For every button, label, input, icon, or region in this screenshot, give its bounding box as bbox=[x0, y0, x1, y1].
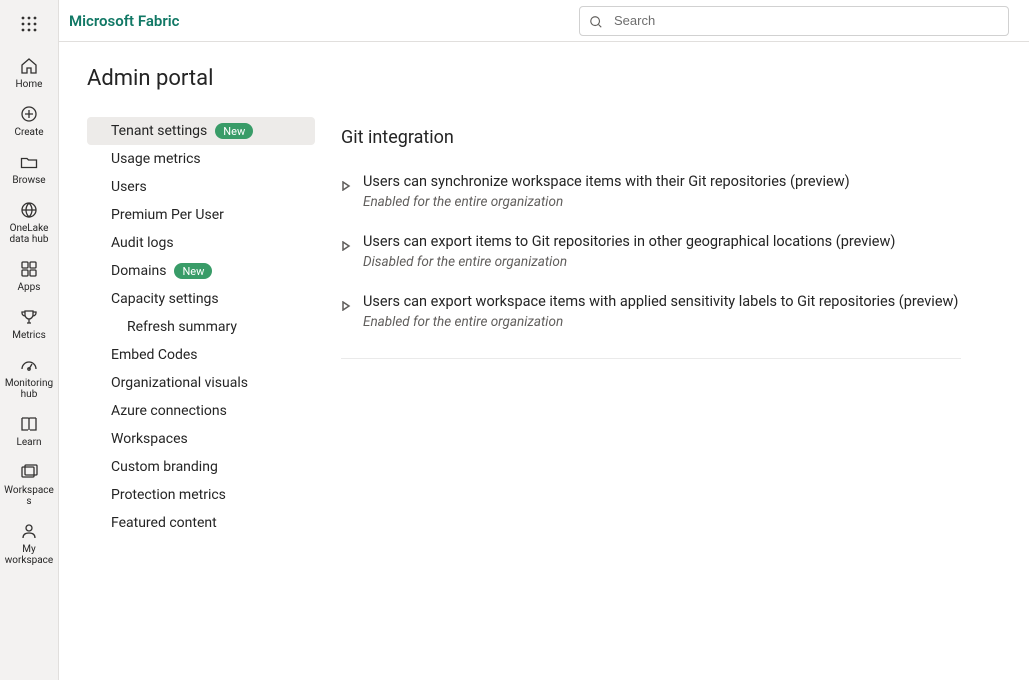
nav-workspaces-label: Workspaces bbox=[2, 485, 56, 507]
nav-create[interactable]: Create bbox=[0, 98, 58, 146]
sidebar-item-label: Protection metrics bbox=[111, 487, 226, 503]
search-box[interactable] bbox=[579, 6, 1009, 36]
main-column: Microsoft Fabric Admin portal Tenan bbox=[59, 0, 1029, 680]
book-icon bbox=[19, 414, 39, 434]
app-root: Home Create Browse OneLake data hub Apps bbox=[0, 0, 1029, 680]
sidebar-item-workspaces[interactable]: Workspaces bbox=[87, 425, 315, 453]
setting-status: Enabled for the entire organization bbox=[363, 194, 850, 210]
sidebar-item-label: Custom branding bbox=[111, 459, 218, 475]
setting-row: Users can export items to Git repositori… bbox=[341, 232, 961, 270]
nav-metrics[interactable]: Metrics bbox=[0, 301, 58, 349]
nav-onelake[interactable]: OneLake data hub bbox=[0, 194, 58, 253]
setting-status: Enabled for the entire organization bbox=[363, 314, 958, 330]
apps-icon bbox=[19, 259, 39, 279]
home-icon bbox=[19, 56, 39, 76]
person-icon bbox=[19, 521, 39, 541]
topbar: Microsoft Fabric bbox=[59, 0, 1029, 42]
search-input[interactable] bbox=[579, 6, 1009, 36]
sidebar-item-custom-branding[interactable]: Custom branding bbox=[87, 453, 315, 481]
section-title: Git integration bbox=[341, 127, 989, 148]
sidebar-item-embed-codes[interactable]: Embed Codes bbox=[87, 341, 315, 369]
global-nav: Home Create Browse OneLake data hub Apps bbox=[0, 0, 59, 680]
sidebar-item-label: Capacity settings bbox=[111, 291, 219, 307]
disclosure-triangle-icon[interactable] bbox=[341, 176, 353, 188]
sidebar-item-tenant-settings[interactable]: Tenant settings New bbox=[87, 117, 315, 145]
nav-apps[interactable]: Apps bbox=[0, 253, 58, 301]
folder-icon bbox=[19, 152, 39, 172]
sidebar-item-users[interactable]: Users bbox=[87, 173, 315, 201]
nav-home[interactable]: Home bbox=[0, 50, 58, 98]
nav-browse-label: Browse bbox=[12, 175, 45, 186]
sidebar-item-capacity-settings[interactable]: Capacity settings bbox=[87, 285, 315, 313]
setting-row: Users can synchronize workspace items wi… bbox=[341, 172, 961, 210]
new-badge: New bbox=[215, 123, 253, 139]
content-area: Admin portal Tenant settings New Usage m… bbox=[59, 42, 1029, 680]
nav-learn[interactable]: Learn bbox=[0, 408, 58, 456]
sidebar-item-label: Featured content bbox=[111, 515, 217, 531]
workspaces-icon bbox=[19, 462, 39, 482]
disclosure-triangle-icon[interactable] bbox=[341, 296, 353, 308]
sidebar-item-org-visuals[interactable]: Organizational visuals bbox=[87, 369, 315, 397]
nav-monitoring-label: Monitoring hub bbox=[2, 378, 56, 400]
globe-icon bbox=[19, 200, 39, 220]
app-launcher-button[interactable] bbox=[9, 4, 49, 44]
sidebar-item-label: Tenant settings bbox=[111, 123, 207, 139]
nav-browse[interactable]: Browse bbox=[0, 146, 58, 194]
trophy-icon bbox=[19, 307, 39, 327]
nav-onelake-label: OneLake data hub bbox=[2, 223, 56, 245]
product-brand[interactable]: Microsoft Fabric bbox=[69, 12, 179, 30]
sidebar-item-label: Domains bbox=[111, 263, 166, 279]
nav-home-label: Home bbox=[16, 79, 43, 90]
setting-title[interactable]: Users can export workspace items with ap… bbox=[363, 292, 958, 312]
nav-workspaces[interactable]: Workspaces bbox=[0, 456, 58, 515]
sidebar-item-label: Organizational visuals bbox=[111, 375, 248, 391]
sidebar-item-domains[interactable]: Domains New bbox=[87, 257, 315, 285]
gauge-icon bbox=[19, 355, 39, 375]
nav-my-workspace[interactable]: My workspace bbox=[0, 515, 58, 574]
sidebar-item-premium-per-user[interactable]: Premium Per User bbox=[87, 201, 315, 229]
setting-title[interactable]: Users can export items to Git repositori… bbox=[363, 232, 895, 252]
sidebar-item-featured-content[interactable]: Featured content bbox=[87, 509, 315, 537]
sidebar-item-label: Refresh summary bbox=[127, 319, 237, 335]
new-badge: New bbox=[174, 263, 212, 279]
page-body: Admin portal Tenant settings New Usage m… bbox=[59, 42, 1029, 680]
setting-title[interactable]: Users can synchronize workspace items wi… bbox=[363, 172, 850, 192]
sidebar-item-label: Premium Per User bbox=[111, 207, 224, 223]
sidebar-item-azure-connections[interactable]: Azure connections bbox=[87, 397, 315, 425]
sidebar-item-label: Users bbox=[111, 179, 147, 195]
page-title: Admin portal bbox=[87, 66, 1029, 91]
sidebar-item-label: Workspaces bbox=[111, 431, 188, 447]
sidebar-item-protection-metrics[interactable]: Protection metrics bbox=[87, 481, 315, 509]
setting-text: Users can export workspace items with ap… bbox=[363, 292, 958, 330]
sidebar-item-label: Azure connections bbox=[111, 403, 227, 419]
nav-my-workspace-label: My workspace bbox=[2, 544, 56, 566]
sidebar-item-label: Audit logs bbox=[111, 235, 174, 251]
sidebar-item-audit-logs[interactable]: Audit logs bbox=[87, 229, 315, 257]
plus-circle-icon bbox=[19, 104, 39, 124]
sidebar-item-refresh-summary[interactable]: Refresh summary bbox=[87, 313, 315, 341]
nav-apps-label: Apps bbox=[18, 282, 41, 293]
waffle-icon bbox=[21, 16, 37, 32]
sidebar-item-label: Usage metrics bbox=[111, 151, 201, 167]
setting-text: Users can export items to Git repositori… bbox=[363, 232, 895, 270]
nav-monitoring[interactable]: Monitoring hub bbox=[0, 349, 58, 408]
setting-text: Users can synchronize workspace items wi… bbox=[363, 172, 850, 210]
disclosure-triangle-icon[interactable] bbox=[341, 236, 353, 248]
nav-create-label: Create bbox=[14, 127, 43, 138]
settings-list: Users can synchronize workspace items wi… bbox=[341, 172, 961, 359]
detail-panel: Git integration Users can synchronize wo… bbox=[315, 117, 1029, 680]
setting-status: Disabled for the entire organization bbox=[363, 254, 895, 270]
sidebar-item-label: Embed Codes bbox=[111, 347, 198, 363]
search-wrapper bbox=[579, 6, 1009, 36]
nav-metrics-label: Metrics bbox=[12, 330, 46, 341]
nav-learn-label: Learn bbox=[16, 437, 41, 448]
admin-side-nav: Tenant settings New Usage metrics Users … bbox=[87, 117, 315, 680]
setting-row: Users can export workspace items with ap… bbox=[341, 292, 961, 330]
sidebar-item-usage-metrics[interactable]: Usage metrics bbox=[87, 145, 315, 173]
columns: Tenant settings New Usage metrics Users … bbox=[87, 117, 1029, 680]
